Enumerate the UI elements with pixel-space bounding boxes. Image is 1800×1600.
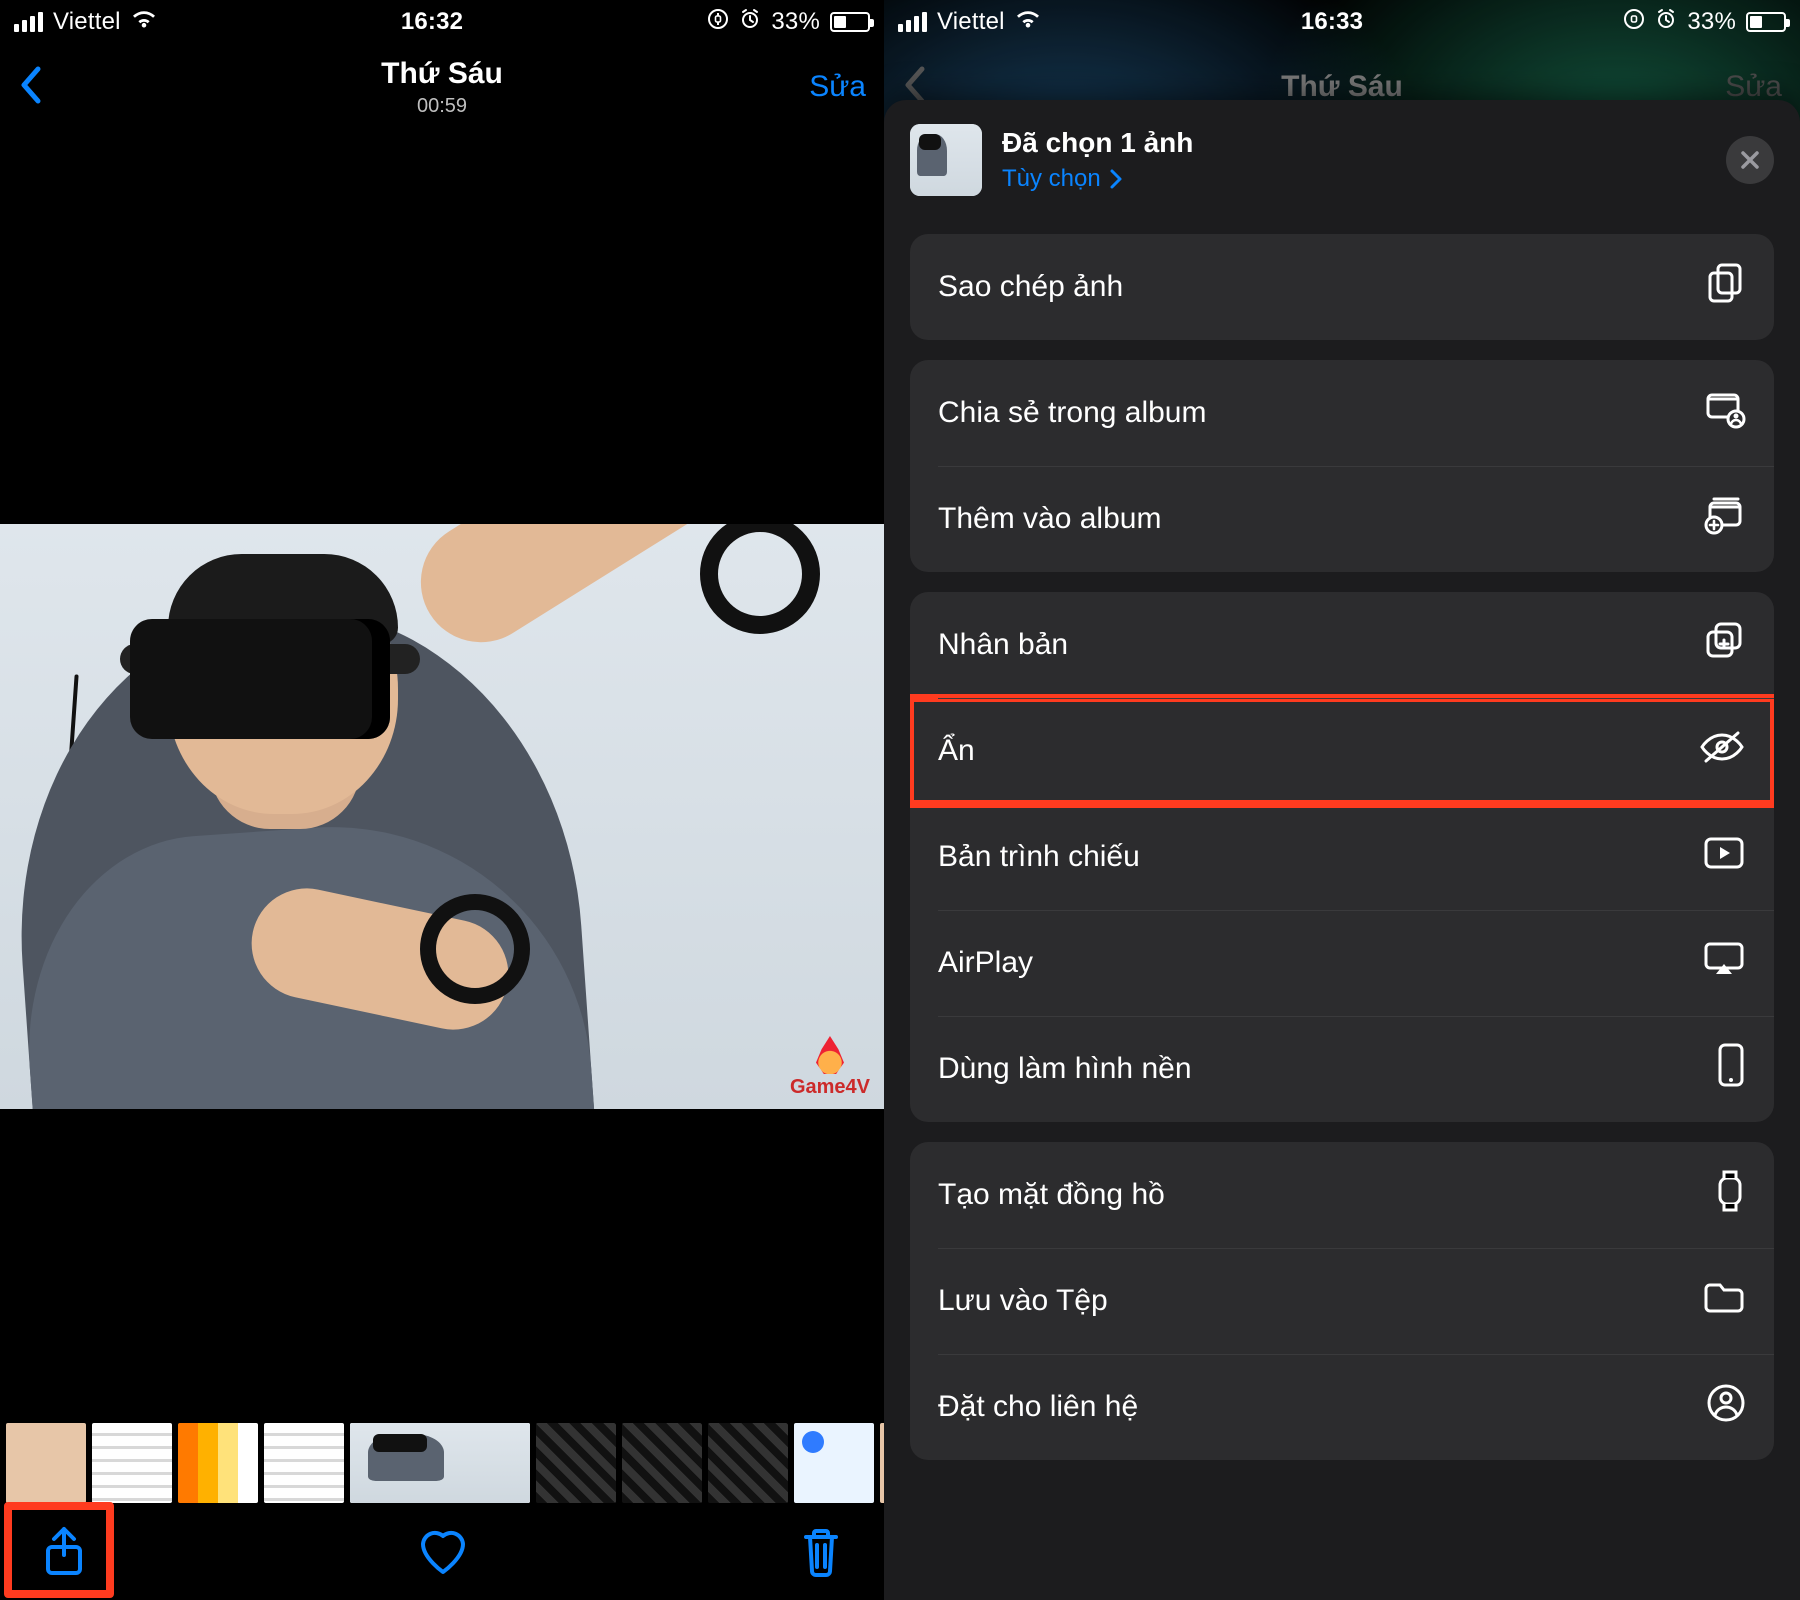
thumb[interactable] xyxy=(92,1423,172,1503)
shared-album-icon xyxy=(1702,389,1746,437)
favorite-button[interactable] xyxy=(417,1528,469,1581)
carrier-label: Viettel xyxy=(53,8,121,36)
share-button[interactable] xyxy=(42,1525,86,1584)
chevron-right-icon xyxy=(1109,168,1123,190)
thumb[interactable] xyxy=(708,1423,788,1503)
orientation-lock-icon xyxy=(1623,8,1645,37)
edit-button[interactable]: Sửa xyxy=(809,70,866,104)
action-group: Chia sẻ trong album Thêm vào album xyxy=(910,360,1774,572)
action-add-album[interactable]: Thêm vào album xyxy=(910,466,1774,572)
photo-viewport[interactable]: Game4V xyxy=(0,524,884,1109)
edit-button: Sửa xyxy=(1725,70,1782,104)
close-button[interactable] xyxy=(1726,136,1774,184)
nav-bar: Thứ Sáu 00:59 Sửa xyxy=(0,44,884,130)
phone-icon xyxy=(1716,1042,1746,1096)
action-group: Nhân bản Ẩn Bản trình chiếu xyxy=(910,592,1774,1122)
sheet-options-button[interactable]: Tùy chọn xyxy=(1002,165,1193,193)
action-share-album[interactable]: Chia sẻ trong album xyxy=(910,360,1774,466)
share-sheet: Đã chọn 1 ảnh Tùy chọn Sao chép ảnh xyxy=(884,100,1800,1600)
watermark: Game4V xyxy=(790,1036,870,1099)
contact-icon xyxy=(1706,1383,1746,1431)
phone-right: Viettel 16:33 33% Thứ Sáu xyxy=(884,0,1800,1600)
thumbnail-strip[interactable] xyxy=(0,1418,884,1508)
status-bar: Viettel 16:32 33% xyxy=(0,0,884,44)
trash-button[interactable] xyxy=(800,1527,842,1582)
nav-title: Thứ Sáu xyxy=(0,57,884,91)
thumb-selected[interactable] xyxy=(350,1423,530,1503)
phone-left: Viettel 16:32 33% Th xyxy=(0,0,884,1600)
action-group: Tạo mặt đồng hồ Lưu vào Tệp Đặt cho liên… xyxy=(910,1142,1774,1460)
vr-photo-illustration xyxy=(0,524,884,1109)
alarm-icon xyxy=(739,8,761,37)
thumb[interactable] xyxy=(536,1423,616,1503)
sheet-thumbnail xyxy=(910,124,982,196)
action-save-files[interactable]: Lưu vào Tệp xyxy=(910,1248,1774,1354)
folder-icon xyxy=(1702,1279,1746,1323)
clock: 16:32 xyxy=(401,8,463,36)
orientation-lock-icon xyxy=(707,8,729,37)
battery-icon xyxy=(830,12,870,32)
action-slideshow[interactable]: Bản trình chiếu xyxy=(910,804,1774,910)
action-duplicate[interactable]: Nhân bản xyxy=(910,592,1774,698)
slideshow-icon xyxy=(1702,835,1746,879)
action-wallpaper[interactable]: Dùng làm hình nền xyxy=(910,1016,1774,1122)
copy-icon xyxy=(1706,261,1746,313)
clock: 16:33 xyxy=(1301,8,1363,36)
battery-pct: 33% xyxy=(1687,8,1736,36)
battery-icon xyxy=(1746,12,1786,32)
nav-subtitle: 00:59 xyxy=(0,95,884,118)
watch-icon xyxy=(1714,1168,1746,1222)
thumb[interactable] xyxy=(622,1423,702,1503)
battery-pct: 33% xyxy=(771,8,820,36)
action-airplay[interactable]: AirPlay xyxy=(910,910,1774,1016)
bottom-toolbar xyxy=(0,1508,884,1600)
signal-icon xyxy=(14,12,43,32)
sheet-selected-count: Đã chọn 1 ảnh xyxy=(1002,127,1193,159)
wifi-icon xyxy=(1015,8,1041,36)
signal-icon xyxy=(898,12,927,32)
close-icon xyxy=(1739,149,1761,171)
add-album-icon xyxy=(1702,495,1746,543)
thumb[interactable] xyxy=(6,1423,86,1503)
action-watchface[interactable]: Tạo mặt đồng hồ xyxy=(910,1142,1774,1248)
action-copy-photo[interactable]: Sao chép ảnh xyxy=(910,234,1774,340)
sheet-header: Đã chọn 1 ảnh Tùy chọn xyxy=(884,100,1800,214)
action-group: Sao chép ảnh xyxy=(910,234,1774,340)
nav-title: Thứ Sáu xyxy=(884,70,1800,104)
alarm-icon xyxy=(1655,8,1677,37)
thumb[interactable] xyxy=(178,1423,258,1503)
flame-icon xyxy=(816,1036,844,1074)
airplay-icon xyxy=(1702,940,1746,986)
action-hide[interactable]: Ẩn xyxy=(910,698,1774,804)
action-assign-contact[interactable]: Đặt cho liên hệ xyxy=(910,1354,1774,1460)
thumb[interactable] xyxy=(264,1423,344,1503)
back-button[interactable] xyxy=(18,65,44,110)
status-bar: Viettel 16:33 33% xyxy=(884,0,1800,44)
thumb[interactable] xyxy=(794,1423,874,1503)
carrier-label: Viettel xyxy=(937,8,1005,36)
hide-icon xyxy=(1698,729,1746,773)
wifi-icon xyxy=(131,8,157,36)
duplicate-icon xyxy=(1704,620,1746,670)
